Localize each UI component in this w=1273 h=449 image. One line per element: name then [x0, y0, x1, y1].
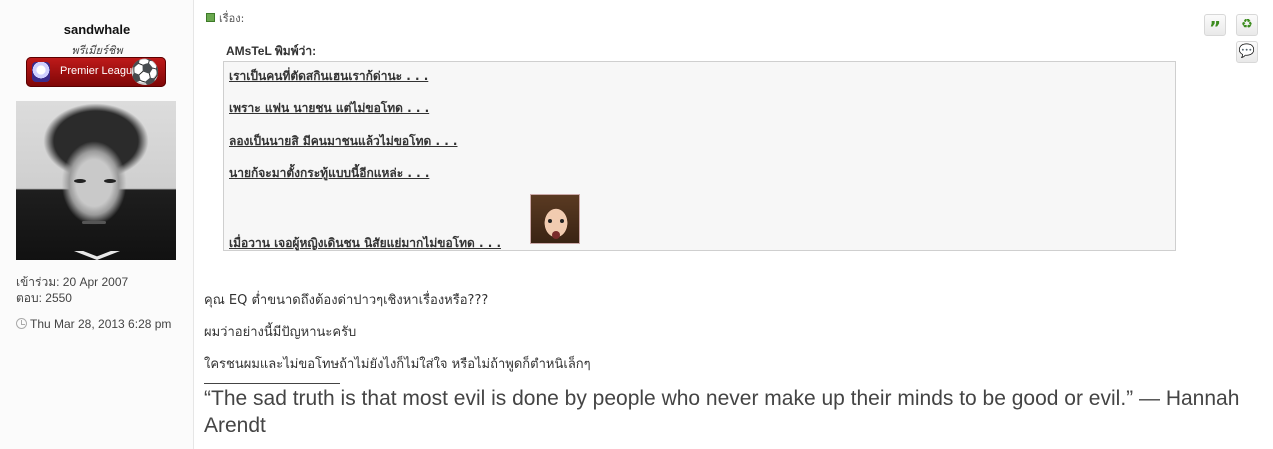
quote-line: นายก้จะมาตั้งกระทู้แบบนี้อีกแหล่ะ . . .: [229, 166, 430, 180]
quote-block: เราเป็นคนที่ตัดสกินเฮนเราก้ด่านะ . . . เ…: [223, 61, 1176, 251]
clock-icon: [16, 318, 27, 329]
quote-line: ลองเป็นนายสิ มีคนมาชนแล้วไม่ขอโทด . . .: [229, 134, 458, 148]
avatar: [16, 101, 176, 260]
emoticon-eye-icon: [548, 219, 552, 223]
post-icon: [206, 13, 215, 22]
post-subject: เรื่อง:: [206, 9, 244, 27]
username[interactable]: sandwhale: [0, 22, 194, 37]
footballer-icon: ⚽: [130, 58, 160, 86]
emoticon-mouth-icon: [552, 231, 560, 239]
quote-line: เราเป็นคนที่ตัดสกินเฮนเราก้ด่านะ . . .: [229, 69, 429, 83]
signature: “The sad truth is that most evil is done…: [204, 387, 1240, 437]
private-message-button[interactable]: 💬: [1236, 41, 1258, 63]
avatar-eye-icon: [104, 179, 116, 183]
quote-author: AMsTeL พิมพ์ว่า:: [226, 44, 317, 58]
post-body-line: ใครชนผมและไม่ขอโทษถ้าไม่ยังไงก็ไม่ใส่ใจ …: [204, 357, 591, 372]
post-timestamp-text: Thu Mar 28, 2013 6:28 pm: [30, 317, 172, 331]
post-timestamp: Thu Mar 28, 2013 6:28 pm: [16, 317, 171, 331]
rank-badge: Premier League ⚽: [26, 57, 166, 87]
signature-divider: [204, 383, 340, 384]
post-profile-column: sandwhale พรีเมียร์ชิพ Premier League ⚽ …: [0, 0, 194, 449]
emoticon-eye-icon: [560, 219, 564, 223]
surprised-emoticon-image: [530, 194, 580, 244]
rank-badge-label: Premier League: [60, 65, 139, 77]
subject-label: เรื่อง:: [219, 12, 245, 25]
quote-button[interactable]: ”: [1204, 14, 1226, 39]
avatar-mouth-icon: [82, 221, 106, 224]
avatar-eye-icon: [74, 179, 86, 183]
post-body-line: ผมว่าอย่างนี้มีปัญหานะครับ: [204, 325, 357, 340]
post-body-line: คุณ EQ ต่ำขนาดถึงต้องด่าปาวๆเชิงหาเรื่อง…: [204, 293, 489, 308]
thanks-button[interactable]: ♻: [1236, 14, 1258, 36]
post-count: ตอบ: 2550: [16, 291, 72, 305]
avatar-collar-icon: [74, 251, 120, 260]
quote-line: เพราะ แฟน นายชน แต่ไม่ขอโทด . . .: [229, 101, 430, 115]
premier-league-lion-icon: [32, 62, 50, 82]
quote-line: เมื่อวาน เจอผู้หญิงเดินชน นิสัยแย่มากไม่…: [229, 236, 502, 250]
